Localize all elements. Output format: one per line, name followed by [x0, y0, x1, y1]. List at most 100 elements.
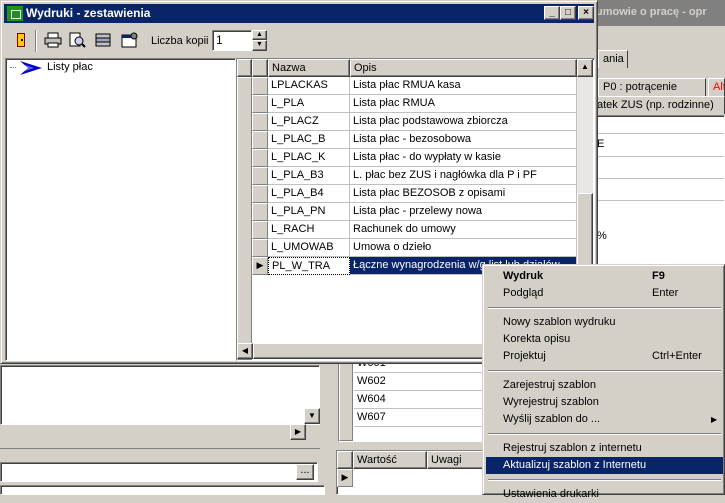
background-tab-potracenie[interactable]: P0 : potrącenie — [598, 78, 706, 96]
menu-item-label: Nowy szablon wydruku — [503, 316, 616, 328]
menu-item-rejestruj-szablon-z-internetu[interactable]: Rejestruj szablon z internetu — [486, 440, 723, 457]
row-indicator[interactable] — [252, 167, 268, 185]
row-indicator[interactable] — [252, 221, 268, 239]
row-indicator[interactable] — [252, 203, 268, 221]
row-indicator[interactable] — [252, 185, 268, 203]
cell-opis[interactable]: L. płac bez ZUS i nagłówka dla P i PF — [350, 167, 577, 185]
print-button[interactable] — [41, 29, 64, 51]
scroll-up-button[interactable]: ▲ — [577, 59, 593, 77]
cell-opis[interactable]: Lista płac RMUA — [350, 95, 577, 113]
background-right-row — [595, 178, 724, 179]
menu-item-zarejestruj-szablon[interactable]: Zarejestruj szablon — [486, 377, 723, 394]
toolbar-separator — [35, 30, 37, 52]
divider — [0, 448, 320, 449]
cell-nazwa[interactable]: PL_W_TRA — [268, 257, 350, 275]
list-item[interactable]: W607 — [354, 409, 484, 427]
cell-opis[interactable]: Lista płac - do wypłaty w kasie — [350, 149, 577, 167]
cell-opis[interactable]: Lista płac - przelewy nowa — [350, 203, 577, 221]
app-icon — [7, 6, 23, 21]
ellipsis-button[interactable]: ... — [296, 464, 314, 480]
menu-item-korekta-opisu[interactable]: Korekta opisu — [486, 331, 723, 348]
cell-nazwa[interactable]: L_PLACZ — [268, 113, 350, 131]
menu-item-projektuj[interactable]: Projektuj Ctrl+Enter — [486, 348, 723, 365]
row-indicator[interactable] — [252, 95, 268, 113]
scroll-down-button[interactable]: ▼ — [304, 408, 320, 424]
tree-item-listy-plac[interactable]: Listy płac — [47, 61, 93, 73]
copies-input[interactable]: 1 — [212, 30, 252, 51]
menu-item-label: Projektuj — [503, 350, 546, 362]
column-header-label: Wartość — [357, 454, 397, 466]
menu-item-wydruk[interactable]: Wydruk F9 — [486, 268, 723, 285]
cell-nazwa[interactable]: L_PLAC_B — [268, 131, 350, 149]
cell-opis[interactable]: Lista płac BEZOSOB z opisami — [350, 185, 577, 203]
menu-separator — [488, 433, 721, 435]
row-indicator[interactable] — [252, 239, 268, 257]
background-tab-ania[interactable]: ania — [598, 50, 628, 68]
printer-icon — [44, 32, 61, 48]
column-header-uwagi[interactable]: Uwagi — [427, 451, 485, 469]
background-right-row — [595, 156, 724, 157]
column-header-nazwa[interactable]: Nazwa — [268, 59, 350, 77]
print-preview-icon — [69, 32, 86, 48]
row-pointer-icon: ▶ — [337, 469, 353, 487]
background-right-row — [595, 200, 724, 201]
cell-nazwa[interactable]: L_PLA_PN — [268, 203, 350, 221]
menu-item-nowy-szablon-wydruku[interactable]: Nowy szablon wydruku — [486, 314, 723, 331]
menu-item-wy-lij-szablon-do[interactable]: Wyślij szablon do ... ▶ — [486, 411, 723, 428]
background-code-list: W601 W602 W604 W607 — [338, 357, 484, 442]
scroll-right-button[interactable]: ▶ — [290, 424, 306, 440]
preview-button[interactable] — [65, 29, 88, 51]
cell-opis[interactable]: Umowa o dzieło — [350, 239, 577, 257]
cell-opis[interactable]: Lista płac RMUA kasa — [350, 77, 577, 95]
row-indicator[interactable] — [252, 149, 268, 167]
copies-label: Liczba kopii — [151, 35, 209, 47]
background-tab-zasilek-zus[interactable]: atek ZUS (np. rodzinne) — [592, 96, 725, 114]
column-header-wartosc[interactable]: Wartość — [353, 451, 427, 469]
background-lookup-field[interactable] — [0, 462, 318, 482]
maximize-button[interactable]: □ — [560, 6, 576, 20]
close-button[interactable]: × — [578, 6, 594, 20]
row-indicator-column — [339, 361, 353, 441]
row-pointer-icon[interactable]: ▶ — [252, 257, 268, 275]
list-item[interactable]: W604 — [354, 391, 484, 409]
menu-separator — [488, 479, 721, 481]
cell-nazwa[interactable]: L_RACH — [268, 221, 350, 239]
context-menu: Wydruk F9 Podgląd Enter Nowy szablon wydruku… — [482, 264, 725, 500]
cell-opis[interactable]: Lista płac podstawowa zbiorcza — [350, 113, 577, 131]
spin-down-button[interactable]: ▼ — [252, 40, 267, 51]
print-setup-button[interactable] — [91, 29, 114, 51]
cell-nazwa[interactable]: L_PLA — [268, 95, 350, 113]
submenu-arrow-icon: ▶ — [711, 415, 718, 424]
cell-nazwa[interactable]: L_PLAC_K — [268, 149, 350, 167]
dialog-titlebar[interactable]: Wydruki - zestawienia _ □ × — [4, 4, 594, 23]
exit-button[interactable] — [9, 29, 32, 51]
menu-item-shortcut: F9 — [652, 270, 665, 282]
spin-down-icon: ▼ — [256, 41, 263, 48]
spin-up-button[interactable]: ▲ — [252, 30, 267, 40]
background-window-title: umowie o pracę - opr — [590, 0, 725, 26]
cell-opis[interactable]: Rachunek do umowy — [350, 221, 577, 239]
cell-nazwa[interactable]: L_PLA_B4 — [268, 185, 350, 203]
column-header-opis[interactable]: Opis — [350, 59, 577, 77]
menu-item-label: Aktualizuj szablon z Internetu — [503, 459, 647, 471]
minimize-button[interactable]: _ — [544, 6, 560, 20]
cell-nazwa[interactable]: LPLACKAS — [268, 77, 350, 95]
menu-item-aktualizuj-szablon-z-internetu[interactable]: Aktualizuj szablon z Internetu — [486, 457, 723, 474]
cell-opis[interactable]: Lista płac - bezosobowa — [350, 131, 577, 149]
spin-up-icon: ▲ — [256, 31, 263, 38]
properties-button[interactable] — [118, 29, 141, 51]
row-indicator[interactable] — [252, 113, 268, 131]
grid-corner — [237, 59, 252, 77]
row-indicator[interactable] — [252, 131, 268, 149]
cell-nazwa[interactable]: L_PLA_B3 — [268, 167, 350, 185]
minimize-icon: _ — [549, 7, 555, 18]
row-indicator[interactable] — [252, 77, 268, 95]
scroll-left-button[interactable]: ◀ — [237, 343, 253, 359]
menu-item-wyrejestruj-szablon[interactable]: Wyrejestruj szablon — [486, 394, 723, 411]
list-item[interactable]: W602 — [354, 373, 484, 391]
menu-item-label: Wyślij szablon do ... — [503, 413, 601, 425]
menu-item-podgl-d[interactable]: Podgląd Enter — [486, 285, 723, 302]
cell-nazwa[interactable]: L_UMOWAB — [268, 239, 350, 257]
background-tab-alert[interactable]: Alt — [708, 78, 725, 96]
dialog-title: Wydruki - zestawienia — [26, 6, 151, 20]
